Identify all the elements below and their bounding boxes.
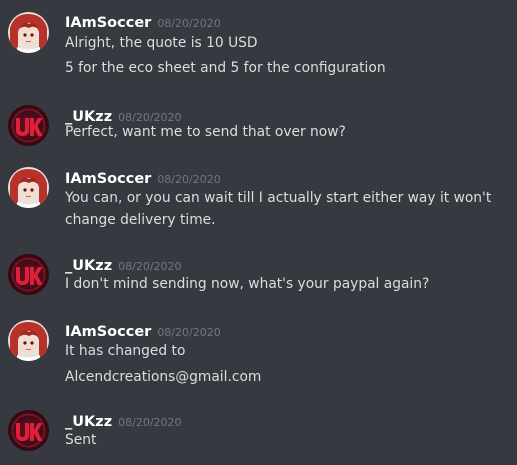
message-header: IAmSoccer 08/20/2020 — [65, 12, 221, 32]
message-header: IAmSoccer 08/20/2020 — [65, 321, 221, 341]
message-header: _UKzz 08/20/2020 — [65, 255, 182, 275]
timestamp: 08/20/2020 — [157, 326, 221, 339]
message-text: Sent — [65, 432, 97, 448]
message-header: _UKzz 08/20/2020 — [65, 106, 182, 126]
message-text: change delivery time. — [65, 212, 216, 228]
avatar-ukzz[interactable] — [8, 105, 49, 146]
username[interactable]: _UKzz — [65, 258, 112, 274]
message-text: Alright, the quote is 10 USD — [65, 35, 258, 51]
avatar-ukzz[interactable] — [8, 410, 49, 451]
username[interactable]: _UKzz — [65, 109, 112, 125]
timestamp: 08/20/2020 — [118, 416, 182, 429]
message-header: IAmSoccer 08/20/2020 — [65, 168, 221, 188]
message-text: It has changed to — [65, 343, 186, 359]
avatar-iamsoccer[interactable] — [8, 320, 49, 361]
chat-log: IAmSoccer 08/20/2020 Alright, the quote i… — [0, 0, 517, 465]
message-header: _UKzz 08/20/2020 — [65, 411, 182, 431]
uk-logo-avatar-icon — [8, 410, 49, 451]
timestamp: 08/20/2020 — [157, 173, 221, 186]
message-text: You can, or you can wait till I actually… — [65, 190, 492, 206]
username[interactable]: IAmSoccer — [65, 171, 151, 187]
message-text: I don't mind sending now, what's your pa… — [65, 276, 430, 292]
timestamp: 08/20/2020 — [118, 260, 182, 273]
uk-logo-avatar-icon — [8, 105, 49, 146]
avatar-iamsoccer[interactable] — [8, 12, 49, 53]
timestamp: 08/20/2020 — [118, 111, 182, 124]
timestamp: 08/20/2020 — [157, 17, 221, 30]
message-text: Perfect, want me to send that over now? — [65, 124, 346, 140]
anime-girl-avatar-icon — [8, 12, 49, 53]
anime-girl-avatar-icon — [8, 167, 49, 208]
avatar-ukzz[interactable] — [8, 254, 49, 295]
username[interactable]: IAmSoccer — [65, 324, 151, 340]
message-text: 5 for the eco sheet and 5 for the config… — [65, 60, 386, 76]
anime-girl-avatar-icon — [8, 320, 49, 361]
username[interactable]: _UKzz — [65, 414, 112, 430]
username[interactable]: IAmSoccer — [65, 15, 151, 31]
uk-logo-avatar-icon — [8, 254, 49, 295]
message-text: Alcendcreations@gmail.com — [65, 369, 262, 385]
avatar-iamsoccer[interactable] — [8, 167, 49, 208]
